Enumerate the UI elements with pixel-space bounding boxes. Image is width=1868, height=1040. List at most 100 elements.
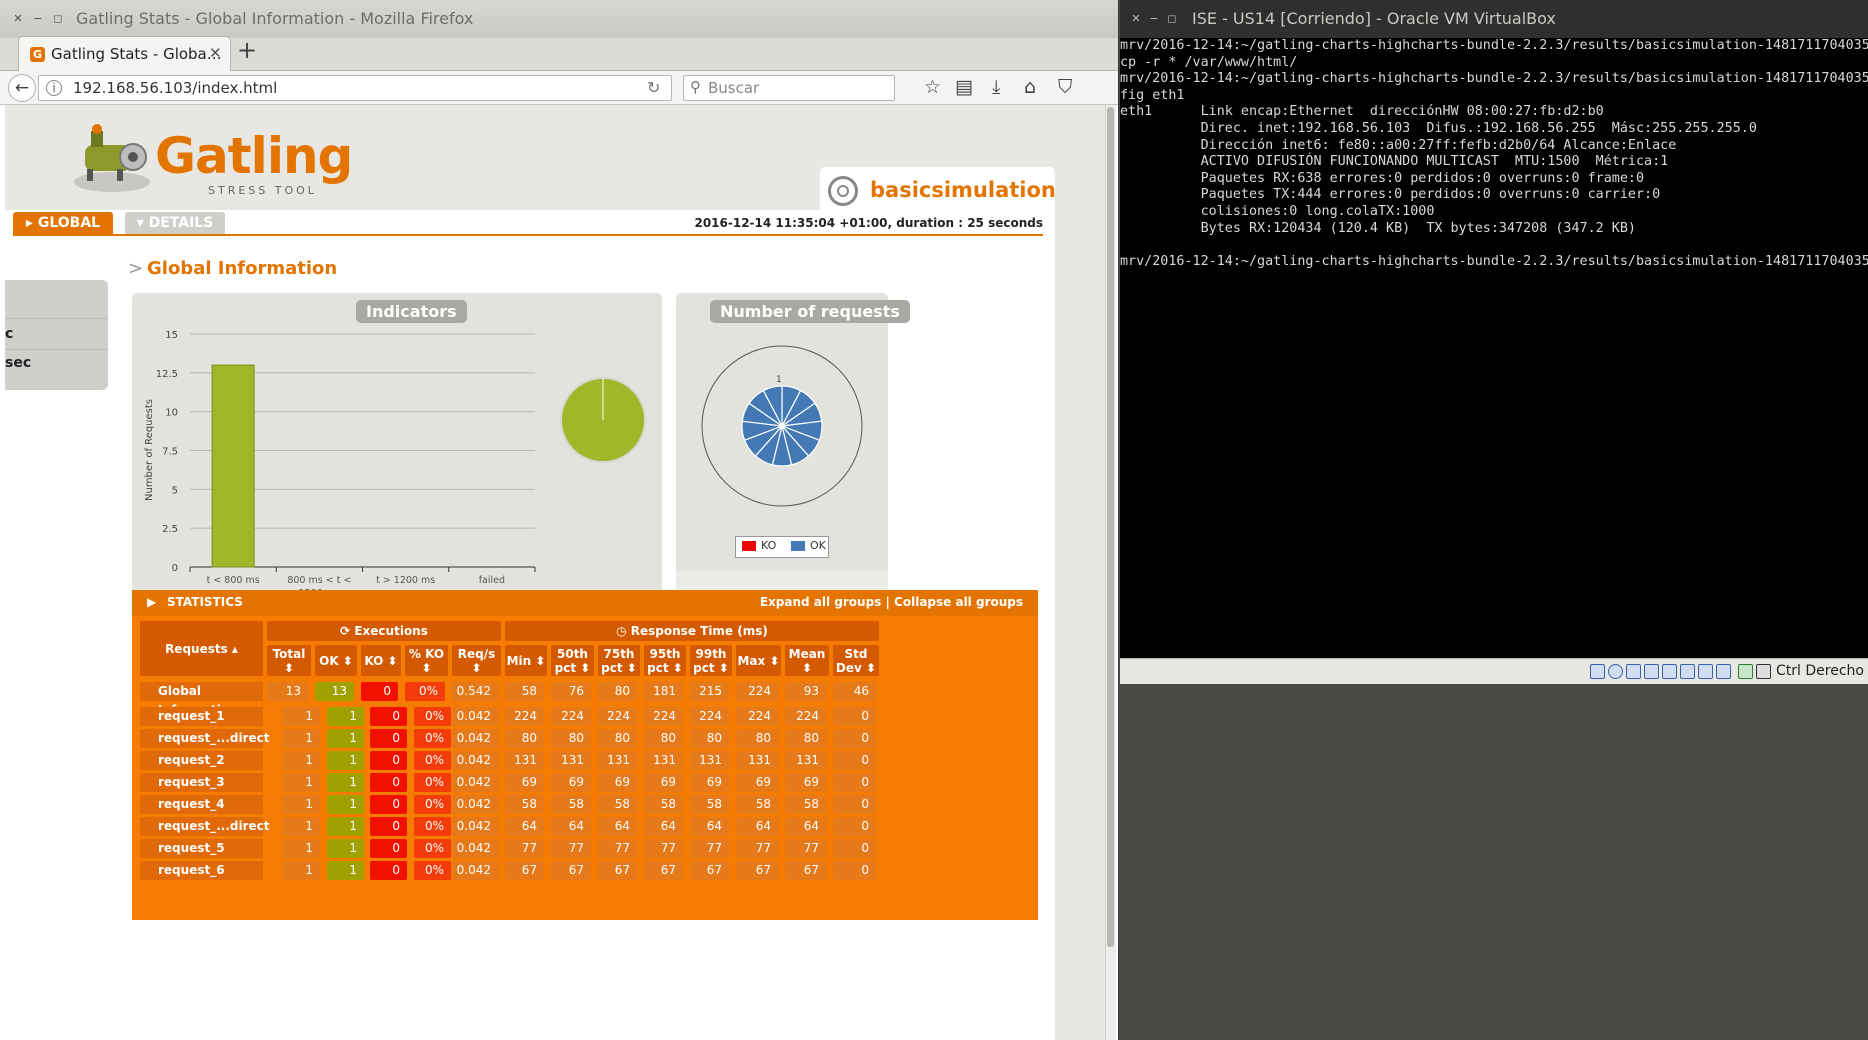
table-cell: 0.042	[452, 817, 498, 836]
table-cell: 224	[736, 707, 778, 726]
column-header[interactable]: Total ⬍	[267, 645, 311, 676]
column-header[interactable]: 50th pct ⬍	[551, 645, 594, 676]
column-header[interactable]: 95th pct ⬍	[644, 645, 686, 676]
table-row-name[interactable]: request_4	[140, 795, 263, 814]
table-cell: 0	[370, 839, 407, 858]
reload-icon[interactable]: ↻	[647, 78, 660, 97]
table-cell: 77	[736, 839, 778, 858]
column-header[interactable]: KO ⬍	[361, 645, 401, 676]
new-tab-icon[interactable]: +	[237, 36, 257, 64]
scrollbar-thumb[interactable]	[1107, 107, 1114, 947]
table-row-name[interactable]: request_...direct 1	[140, 729, 270, 764]
browser-tab[interactable]: G Gatling Stats - Globa… ✕	[18, 36, 231, 72]
tab-close-icon[interactable]: ✕	[209, 44, 222, 62]
run-info: 2016-12-14 11:35:04 +01:00, duration : 2…	[694, 216, 1043, 230]
side-menu-item[interactable]: c	[5, 326, 13, 342]
table-cell: 58	[505, 682, 544, 701]
column-header[interactable]: Mean ⬍	[785, 645, 829, 676]
window-minimize-icon[interactable]: −	[30, 11, 46, 27]
table-cell: 131	[505, 751, 544, 770]
table-cell: 0	[833, 707, 876, 726]
legend-ko-label[interactable]: KO	[761, 539, 776, 552]
column-header[interactable]: Max ⬍	[736, 645, 781, 676]
table-cell: 77	[690, 839, 729, 858]
section-title: Global Information	[147, 258, 338, 279]
browser-tab-title: Gatling Stats - Globa…	[51, 45, 222, 63]
window-minimize-icon[interactable]: −	[1146, 11, 1162, 27]
table-cell: 1	[282, 795, 320, 814]
table-cell: 0.042	[452, 795, 498, 814]
gatling-logo-text: Gatling	[155, 127, 353, 185]
hdd-icon[interactable]	[1590, 664, 1605, 679]
column-header[interactable]: % KO ⬍	[405, 645, 448, 676]
column-header[interactable]: 99th pct ⬍	[690, 645, 732, 676]
table-cell: 224	[785, 707, 826, 726]
network-icon[interactable]	[1644, 664, 1659, 679]
table-row-name[interactable]: request_...direct 1	[140, 817, 270, 852]
table-cell: 215	[690, 682, 729, 701]
site-info-icon[interactable]: i	[46, 80, 62, 96]
tab-details-label: DETAILS	[148, 215, 214, 231]
table-row-name[interactable]: Global Information	[140, 682, 263, 717]
window-maximize-icon[interactable]: ◻	[1164, 11, 1180, 27]
table-row-name[interactable]: request_5	[140, 839, 263, 858]
window-maximize-icon[interactable]: ◻	[50, 11, 66, 27]
table-row-name[interactable]: request_6	[140, 861, 263, 880]
download-icon[interactable]: ⤓	[992, 76, 1000, 98]
usb-icon[interactable]	[1662, 664, 1677, 679]
table-cell: 0	[833, 729, 876, 748]
search-input[interactable]: ⚲ Buscar	[683, 75, 895, 101]
terminal-line: Paquetes RX:638 errores:0 perdidos:0 ove…	[1120, 170, 1645, 186]
vm-terminal-screen[interactable]: mrv/2016-12-14:~/gatling-charts-highchar…	[1120, 38, 1868, 658]
table-cell: 0%	[414, 861, 451, 880]
pocket-icon[interactable]: ⛉	[1058, 76, 1072, 98]
table-row-name[interactable]: request_2	[140, 751, 263, 770]
window-close-icon[interactable]: ✕	[10, 11, 26, 27]
reading-list-icon[interactable]: ▤	[955, 76, 973, 98]
firefox-window: ✕ − ◻ Gatling Stats - Global Information…	[0, 0, 1119, 1040]
audio-icon[interactable]	[1626, 664, 1641, 679]
table-cell: 80	[644, 729, 683, 748]
table-cell: 58	[644, 795, 683, 814]
table-cell: 0.542	[452, 682, 498, 701]
table-cell: 0%	[414, 707, 451, 726]
table-cell: 0	[370, 751, 407, 770]
column-header[interactable]: Min ⬍	[505, 645, 547, 676]
tab-global[interactable]: ▸ GLOBAL	[13, 212, 113, 234]
bookmark-star-icon[interactable]: ☆	[924, 76, 941, 98]
column-header[interactable]: 75th pct ⬍	[598, 645, 640, 676]
legend-ok-label[interactable]: OK	[810, 539, 826, 552]
table-cell: 0.042	[452, 839, 498, 858]
table-cell: 58	[551, 795, 591, 814]
tab-details[interactable]: ▾ DETAILS	[125, 212, 225, 234]
table-cell: 1	[282, 861, 320, 880]
table-cell: 131	[785, 751, 826, 770]
shared-folder-icon[interactable]	[1680, 664, 1695, 679]
side-menu-divider	[5, 349, 108, 350]
side-menu-item[interactable]: sec	[5, 355, 31, 371]
video-capture-icon[interactable]	[1716, 664, 1731, 679]
optical-drive-icon[interactable]	[1608, 664, 1623, 679]
terminal-line: ACTIVO DIFUSIÓN FUNCIONANDO MULTICAST MT…	[1120, 154, 1669, 170]
column-header[interactable]: OK ⬍	[315, 645, 357, 676]
url-bar[interactable]: i 192.168.56.103/index.html ↻	[38, 75, 672, 101]
table-cell: 0	[361, 682, 398, 701]
column-header[interactable]: Req/s ⬍	[452, 645, 501, 676]
display-icon[interactable]	[1698, 664, 1713, 679]
mouse-integration-icon[interactable]	[1756, 664, 1771, 679]
home-icon[interactable]: ⌂	[1024, 76, 1036, 98]
table-cell: 64	[644, 817, 683, 836]
window-close-icon[interactable]: ✕	[1128, 11, 1144, 27]
table-cell: 77	[785, 839, 826, 858]
back-icon[interactable]: ←	[8, 74, 36, 102]
table-cell: 64	[505, 817, 544, 836]
page-scrollbar[interactable]	[1105, 105, 1116, 1040]
table-row-name[interactable]: request_1	[140, 707, 263, 726]
cpu-activity-icon	[1738, 664, 1753, 679]
column-header-requests[interactable]: Requests ▴	[140, 621, 263, 676]
column-header[interactable]: Std Dev ⬍	[833, 645, 879, 676]
table-cell: 1	[327, 839, 364, 858]
table-row-name[interactable]: request_3	[140, 773, 263, 792]
table-cell: 0%	[414, 817, 451, 836]
side-menu-divider	[5, 318, 108, 319]
